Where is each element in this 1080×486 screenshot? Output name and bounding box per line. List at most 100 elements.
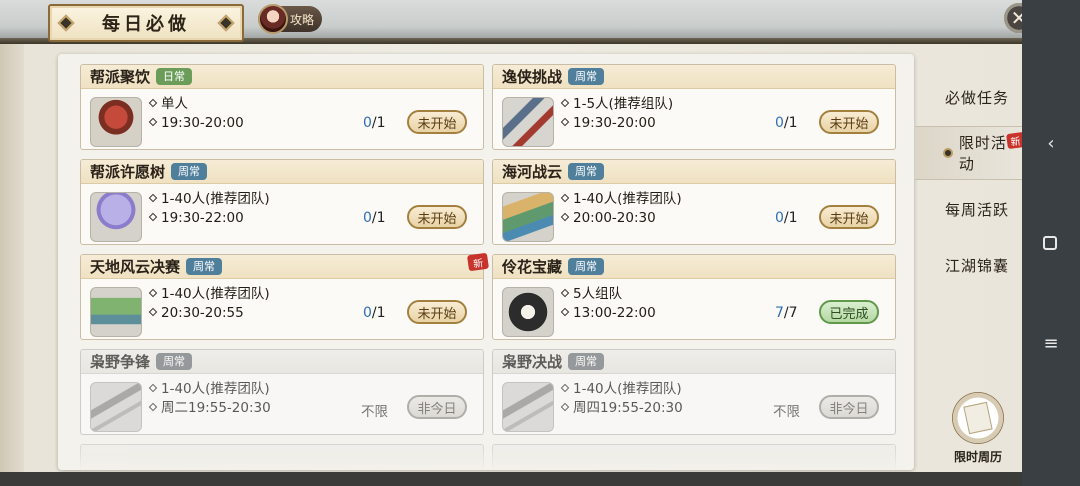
activity-type-badge: 周常 xyxy=(568,68,605,85)
category-nav: 必做任务 限时活动 新 每周活跃 江湖锦囊 xyxy=(915,54,1026,384)
guide-button[interactable]: 攻略 xyxy=(258,4,323,34)
sand-table-icon xyxy=(502,192,554,242)
participants-text: 1-40人(推荐团队) xyxy=(573,381,682,397)
card-header: 枭野争锋 周常 xyxy=(81,350,483,374)
status-button[interactable]: 未开始 xyxy=(819,110,879,134)
activity-info: 1-5人(推荐组队) 19:30-20:00 xyxy=(560,95,674,133)
activity-card[interactable]: 天地风云决赛 周常 1-40人(推荐团队) 20:30-20:55 0/1 未开… xyxy=(80,254,484,340)
selected-dot-icon xyxy=(943,148,953,158)
activity-name: 枭野决战 xyxy=(502,353,563,371)
card-header: 伶花宝藏 周常 xyxy=(493,255,895,279)
activity-info: 1-40人(推荐团队) 19:30-22:00 xyxy=(148,190,270,228)
activity-name: 帮派许愿树 xyxy=(90,163,166,181)
calendar-scroll-icon xyxy=(952,392,1004,444)
activity-card[interactable]: 逸侠挑战 周常 1-5人(推荐组队) 19:30-20:00 0/1 未开始 xyxy=(492,64,896,150)
activity-info: 5人组队 13:00-22:00 xyxy=(560,285,656,323)
activity-type-badge: 周常 xyxy=(568,163,605,180)
nav-item-jianghu-tips[interactable]: 江湖锦囊 xyxy=(915,238,1022,292)
limit-text: 不限 xyxy=(773,404,800,420)
page-title-tab: 每日必做 xyxy=(48,4,244,42)
kite-icon xyxy=(90,382,142,432)
status-button[interactable]: 非今日 xyxy=(407,395,467,419)
time-text: 20:30-20:55 xyxy=(161,305,244,321)
activity-info: 1-40人(推荐团队) 20:00-20:30 xyxy=(560,190,682,228)
participants-text: 5人组队 xyxy=(573,286,623,302)
activity-list-panel[interactable]: 帮派聚饮 日常 单人 19:30-20:00 0/1 未开始 逸侠挑战 周常 1… xyxy=(58,54,914,470)
activity-card[interactable]: 枭野争锋 周常 1-40人(推荐团队) 周二19:55-20:30 不限 非今日 xyxy=(80,349,484,435)
scroll-icon xyxy=(502,97,554,147)
progress-count: 7/7 xyxy=(775,305,798,321)
bottom-border xyxy=(0,472,1022,486)
time-text: 13:00-22:00 xyxy=(573,305,656,321)
activity-type-badge: 周常 xyxy=(186,258,223,275)
activity-name: 天地风云决赛 xyxy=(90,258,181,276)
status-button[interactable]: 未开始 xyxy=(407,205,467,229)
activity-name: 伶花宝藏 xyxy=(502,258,563,276)
kite-icon xyxy=(502,382,554,432)
participants-text: 1-40人(推荐团队) xyxy=(573,191,682,207)
limit-text: 不限 xyxy=(361,404,388,420)
activity-name: 海河战云 xyxy=(502,163,563,181)
back-icon[interactable]: ‹ xyxy=(1040,132,1062,154)
participants-text: 单人 xyxy=(161,96,188,112)
time-text: 19:30-20:00 xyxy=(161,115,244,131)
card-header: 海河战云 周常 xyxy=(493,160,895,184)
list-fade xyxy=(58,436,914,470)
card-header: 逸侠挑战 周常 xyxy=(493,65,895,89)
time-text: 周二19:55-20:30 xyxy=(161,400,271,416)
status-button[interactable]: 非今日 xyxy=(819,395,879,419)
diamond-ornament-icon xyxy=(57,14,75,32)
status-button[interactable]: 已完成 xyxy=(819,300,879,324)
time-text: 周四19:55-20:30 xyxy=(573,400,683,416)
activity-info: 单人 19:30-20:00 xyxy=(148,95,244,133)
activity-type-badge: 周常 xyxy=(568,353,605,370)
card-header: 帮派聚饮 日常 xyxy=(81,65,483,89)
bowl-icon xyxy=(90,97,142,147)
activity-card[interactable]: 帮派许愿树 周常 1-40人(推荐团队) 19:30-22:00 0/1 未开始 xyxy=(80,159,484,245)
activity-info: 1-40人(推荐团队) 周四19:55-20:30 xyxy=(560,380,683,418)
activity-card[interactable]: 海河战云 周常 1-40人(推荐团队) 20:00-20:30 0/1 未开始 xyxy=(492,159,896,245)
mountain-icon xyxy=(90,287,142,337)
participants-text: 1-40人(推荐团队) xyxy=(161,381,270,397)
participants-text: 1-40人(推荐团队) xyxy=(161,286,270,302)
home-icon[interactable] xyxy=(1043,236,1057,250)
participants-text: 1-5人(推荐组队) xyxy=(573,96,674,112)
limited-calendar-button[interactable]: 限时周历 xyxy=(946,392,1008,464)
nav-label: 必做任务 xyxy=(945,88,1010,107)
guide-label: 攻略 xyxy=(290,12,315,27)
avatar xyxy=(258,4,288,34)
progress-count: 0/1 xyxy=(363,210,386,226)
menu-icon[interactable]: ≡ xyxy=(1040,332,1062,354)
activity-name: 帮派聚饮 xyxy=(90,68,151,86)
nav-label: 江湖锦囊 xyxy=(945,256,1010,275)
activity-card[interactable]: 枭野决战 周常 1-40人(推荐团队) 周四19:55-20:30 不限 非今日 xyxy=(492,349,896,435)
activity-card[interactable]: 伶花宝藏 周常 5人组队 13:00-22:00 7/7 已完成 xyxy=(492,254,896,340)
activity-card[interactable]: 帮派聚饮 日常 单人 19:30-20:00 0/1 未开始 xyxy=(80,64,484,150)
activity-type-badge: 周常 xyxy=(171,163,208,180)
time-text: 20:00-20:30 xyxy=(573,210,656,226)
progress-count: 0/1 xyxy=(363,305,386,321)
card-header: 枭野决战 周常 xyxy=(493,350,895,374)
new-tag-badge: 新 xyxy=(466,252,490,272)
nav-item-limited-events[interactable]: 限时活动 新 xyxy=(915,126,1026,180)
nav-item-weekly-activity[interactable]: 每周活跃 xyxy=(915,182,1022,236)
wish-tree-icon xyxy=(90,192,142,242)
nav-item-required-tasks[interactable]: 必做任务 xyxy=(915,70,1022,124)
status-button[interactable]: 未开始 xyxy=(819,205,879,229)
diamond-ornament-icon xyxy=(217,14,235,32)
time-text: 19:30-22:00 xyxy=(161,210,244,226)
status-button[interactable]: 未开始 xyxy=(407,300,467,324)
participants-text: 1-40人(推荐团队) xyxy=(161,191,270,207)
activity-name: 逸侠挑战 xyxy=(502,68,563,86)
status-button[interactable]: 未开始 xyxy=(407,110,467,134)
activity-info: 1-40人(推荐团队) 20:30-20:55 xyxy=(148,285,270,323)
progress-count: 0/1 xyxy=(363,115,386,131)
activity-type-badge: 周常 xyxy=(156,353,193,370)
card-header: 帮派许愿树 周常 xyxy=(81,160,483,184)
activity-type-badge: 日常 xyxy=(156,68,193,85)
page-title: 每日必做 xyxy=(102,14,190,35)
activity-info: 1-40人(推荐团队) 周二19:55-20:30 xyxy=(148,380,271,418)
nav-label: 每周活跃 xyxy=(945,200,1010,219)
calendar-label: 限时周历 xyxy=(953,450,1002,464)
activity-name: 枭野争锋 xyxy=(90,353,151,371)
